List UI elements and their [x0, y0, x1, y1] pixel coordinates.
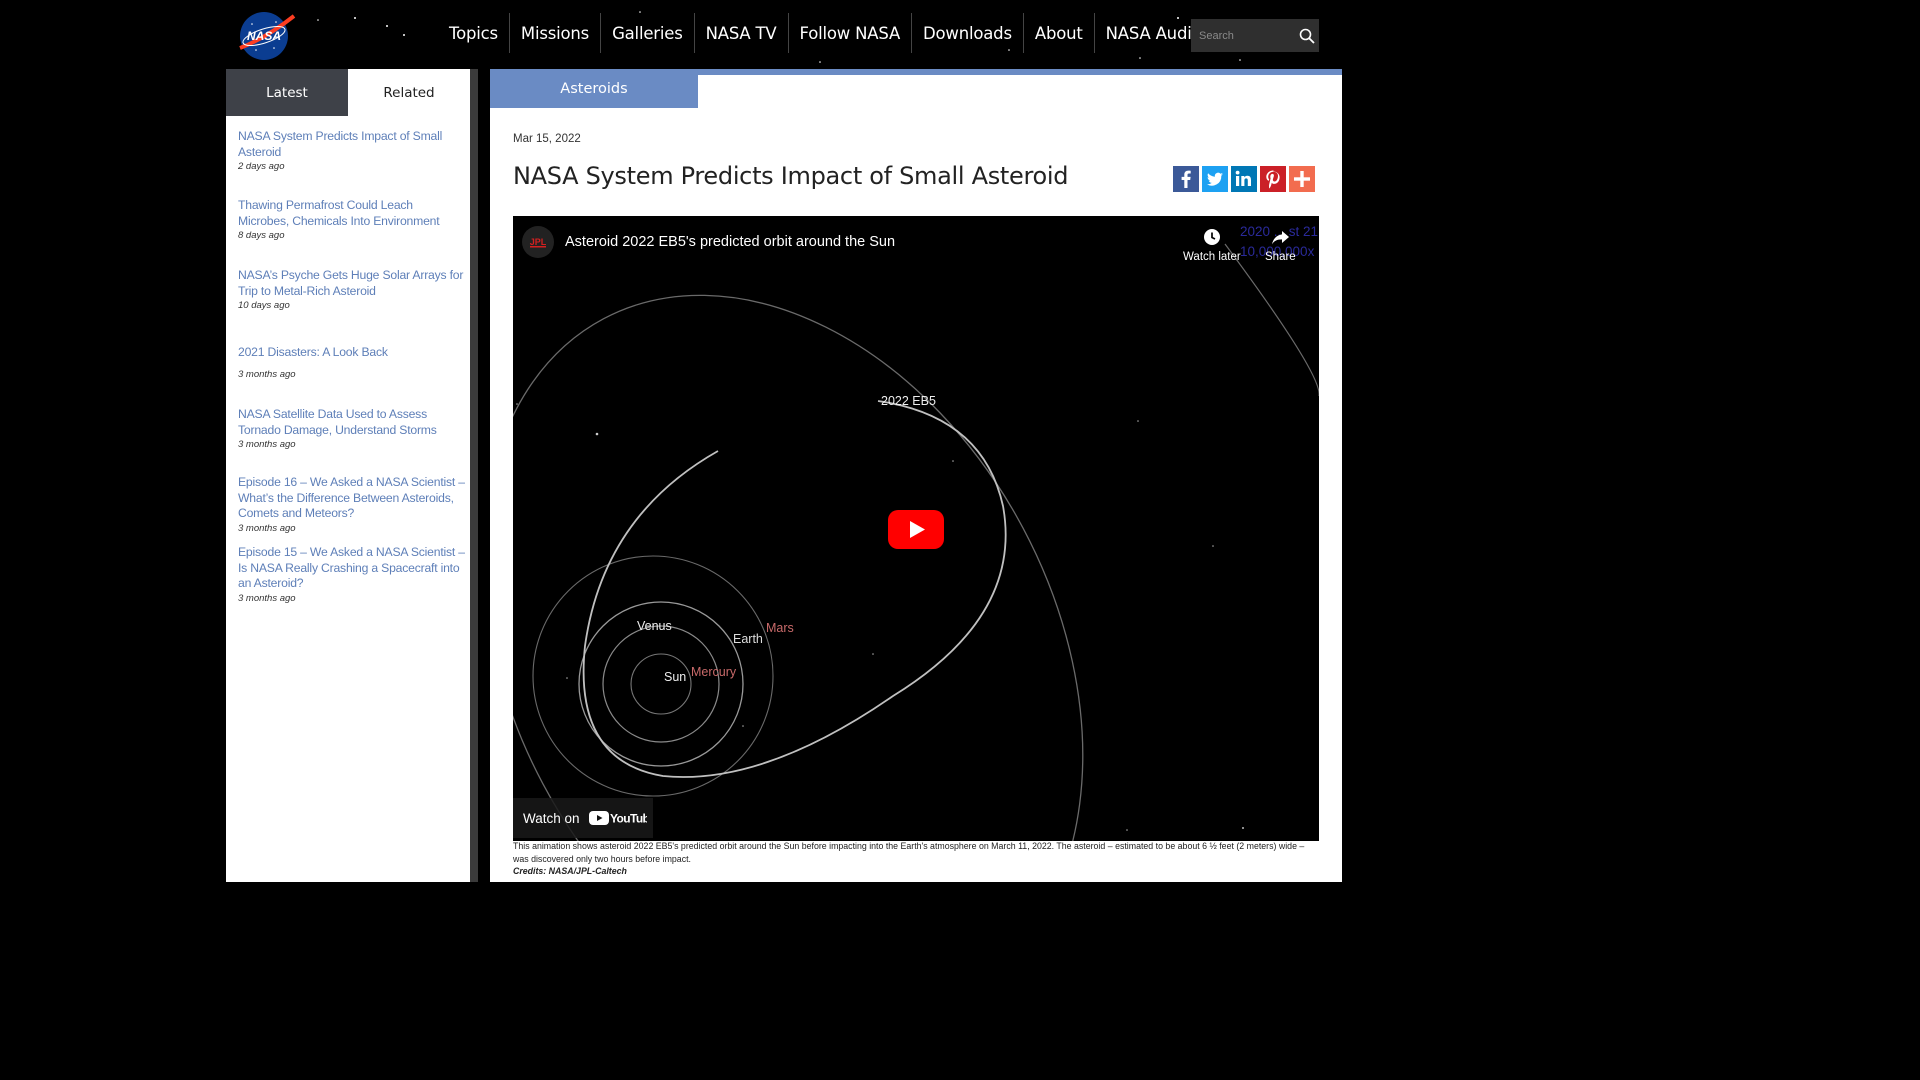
related-article-time: 3 months ago	[238, 592, 296, 604]
video-share-button[interactable]: Share	[1265, 226, 1296, 263]
jpl-logo-icon: JPL	[530, 237, 547, 248]
channel-avatar[interactable]: JPL	[522, 226, 554, 258]
facebook-icon	[1181, 170, 1191, 188]
nav-nasa-tv[interactable]: NASA TV	[693, 13, 788, 53]
list-item: NASA’s Psyche Gets Huge Solar Arrays for…	[238, 268, 466, 311]
related-article-link[interactable]: NASA System Predicts Impact of Small Ast…	[238, 129, 466, 160]
nav-about[interactable]: About	[1022, 13, 1094, 53]
channel-label: JPL	[530, 237, 547, 247]
related-article-time: 10 days ago	[238, 300, 290, 311]
article-date: Mar 15, 2022	[513, 133, 581, 145]
youtube-wordmark: YouTube	[610, 812, 647, 826]
clock-icon	[1203, 229, 1220, 245]
video-title[interactable]: Asteroid 2022 EB5's predicted orbit arou…	[565, 234, 895, 250]
related-article-time: 2 days ago	[238, 161, 285, 172]
search-input[interactable]	[1191, 20, 1295, 51]
youtube-play-icon	[888, 510, 944, 549]
related-article-link[interactable]: 2021 Disasters: A Look Back	[238, 345, 466, 361]
play-button[interactable]	[888, 510, 944, 549]
share-more-button[interactable]	[1289, 166, 1315, 192]
sun-label: Sun	[664, 670, 686, 684]
sidebar-tabs: Latest Related	[226, 69, 470, 116]
watch-on-label: Watch on	[523, 810, 580, 826]
list-item: Thawing Permafrost Could Leach Microbes,…	[238, 198, 466, 241]
share-pinterest-button[interactable]	[1260, 166, 1286, 192]
top-navigation: Topics Missions Galleries NASA TV Follow…	[438, 13, 1250, 53]
video-title-bar: JPL Asteroid 2022 EB5's predicted orbit …	[522, 226, 895, 258]
sidebar: Latest Related NASA System Predicts Impa…	[226, 69, 470, 882]
tab-latest[interactable]: Latest	[226, 69, 348, 116]
list-item: NASA Satellite Data Used to Assess Torna…	[238, 407, 466, 450]
article-title: NASA System Predicts Impact of Small Ast…	[513, 162, 1069, 190]
video-share-label: Share	[1265, 251, 1296, 263]
logo-text: NASA	[247, 29, 281, 43]
video-player[interactable]: 2022 EB5 Venus Earth Mars Sun Mercury 20…	[513, 216, 1319, 841]
share-arrow-icon	[1272, 231, 1290, 245]
list-item: 2021 Disasters: A Look Back 3 months ago	[238, 345, 466, 380]
related-article-time: 3 months ago	[238, 439, 296, 450]
mars-label: Mars	[766, 621, 794, 635]
venus-label: Venus	[637, 619, 672, 633]
youtube-logo-icon: YouTube	[588, 811, 647, 826]
related-article-link[interactable]: NASA’s Psyche Gets Huge Solar Arrays for…	[238, 268, 466, 299]
related-article-link[interactable]: Episode 15 – We Asked a NASA Scientist –…	[238, 545, 466, 592]
share-twitter-button[interactable]	[1202, 166, 1228, 192]
mercury-label: Mercury	[691, 665, 737, 679]
search-box	[1191, 19, 1319, 52]
list-item: Episode 16 – We Asked a NASA Scientist –…	[238, 475, 466, 534]
article-panel: Asteroids Mar 15, 2022 NASA System Predi…	[490, 69, 1342, 882]
topic-tab-asteroids[interactable]: Asteroids	[490, 69, 698, 108]
site-header: NASA Topics Missions Galleries NASA TV F…	[0, 0, 1568, 69]
earth-label: Earth	[733, 632, 763, 646]
related-article-time: 3 months ago	[238, 522, 296, 534]
watch-later-label: Watch later	[1183, 251, 1241, 263]
nav-follow-nasa[interactable]: Follow NASA	[787, 13, 912, 53]
linkedin-icon	[1235, 170, 1251, 186]
related-article-link[interactable]: Episode 16 – We Asked a NASA Scientist –…	[238, 475, 466, 522]
video-credits: Credits: NASA/JPL-Caltech	[513, 866, 627, 876]
nav-topics[interactable]: Topics	[438, 13, 509, 53]
pinterest-icon	[1266, 170, 1280, 189]
nav-missions[interactable]: Missions	[508, 13, 600, 53]
sidebar-divider	[470, 69, 478, 882]
nav-galleries[interactable]: Galleries	[600, 13, 694, 53]
search-icon	[1299, 28, 1315, 44]
asteroid-label: 2022 EB5	[881, 394, 936, 408]
video-caption: This animation shows asteroid 2022 EB5's…	[513, 841, 1305, 864]
tab-related[interactable]: Related	[348, 69, 470, 116]
share-linkedin-button[interactable]	[1231, 166, 1257, 192]
list-item: Episode 15 – We Asked a NASA Scientist –…	[238, 545, 466, 604]
share-facebook-button[interactable]	[1173, 166, 1199, 192]
search-button[interactable]	[1295, 19, 1319, 52]
related-article-time: 3 months ago	[238, 368, 296, 380]
watch-later-button[interactable]: Watch later	[1183, 226, 1241, 263]
plus-icon	[1294, 171, 1310, 187]
nasa-logo[interactable]: NASA	[236, 8, 296, 62]
nav-downloads[interactable]: Downloads	[911, 13, 1023, 53]
share-bar	[1173, 166, 1315, 192]
related-article-link[interactable]: NASA Satellite Data Used to Assess Torna…	[238, 407, 466, 438]
list-item: NASA System Predicts Impact of Small Ast…	[238, 129, 466, 172]
related-article-link[interactable]: Thawing Permafrost Could Leach Microbes,…	[238, 198, 466, 229]
twitter-icon	[1207, 172, 1223, 186]
watch-on-youtube-button[interactable]: Watch on YouTube	[513, 798, 653, 838]
related-article-time: 8 days ago	[238, 230, 285, 241]
